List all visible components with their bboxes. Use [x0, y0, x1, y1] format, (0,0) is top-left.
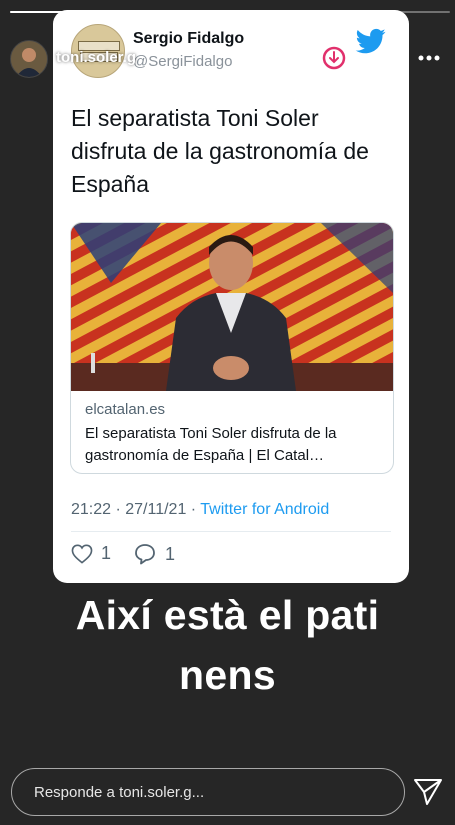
reply-count: 1	[165, 543, 176, 564]
tweet-meta: 21:22 · 27/11/21 · Twitter for Android	[71, 501, 329, 519]
link-preview-image	[71, 223, 393, 391]
like-action[interactable]: 1	[71, 543, 111, 564]
download-icon[interactable]	[320, 44, 348, 72]
tweet-timestamp: 21:22 · 27/11/21 ·	[71, 501, 201, 518]
reply-field[interactable]	[11, 768, 405, 816]
reply-input[interactable]	[32, 769, 386, 816]
avatar[interactable]	[10, 40, 48, 78]
link-title: El separatista Toni Soler disfruta de la…	[85, 425, 337, 464]
story-header: toni.soler.g	[10, 40, 445, 78]
mute-icon[interactable]	[376, 44, 404, 72]
tweet-text: El separatista Toni Soler disfruta de la…	[71, 105, 369, 197]
tweet-divider	[71, 531, 391, 532]
comment-icon	[135, 544, 155, 565]
story-username[interactable]: toni.soler.g	[56, 49, 136, 66]
link-preview-card[interactable]: elcatalan.es El separatista Toni Soler d…	[70, 222, 394, 474]
send-icon[interactable]	[412, 777, 444, 807]
link-domain: elcatalan.es	[85, 401, 166, 418]
like-count: 1	[101, 543, 112, 563]
tweet-source: Twitter for Android	[200, 501, 330, 518]
tweet-card: Sergio Fidalgo @SergiFidalgo El separati…	[53, 10, 409, 583]
reply-action[interactable]: 1	[133, 543, 175, 565]
heart-icon	[71, 544, 93, 564]
story-caption-line-1: Així està el pati	[75, 592, 380, 638]
pause-icon[interactable]	[284, 44, 312, 72]
story-caption-line-2: nens	[179, 652, 276, 698]
more-icon[interactable]	[415, 44, 443, 72]
